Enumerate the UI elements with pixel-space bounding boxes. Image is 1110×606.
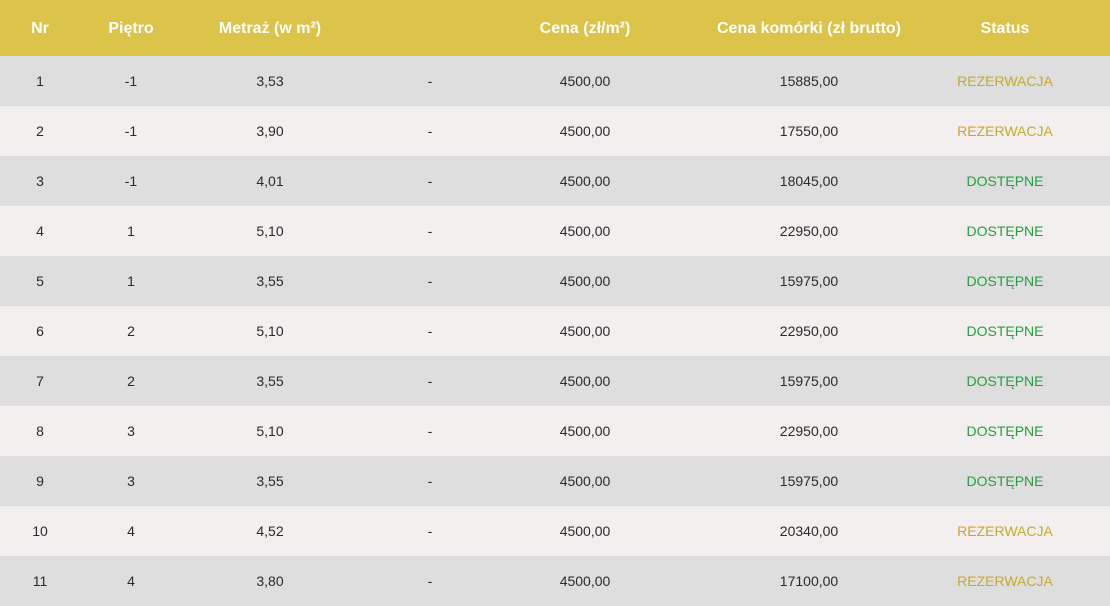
cell-metraz: 4,01 — [256, 173, 284, 189]
cell-pietro: 4 — [127, 573, 135, 589]
table-row: 10 4 4,52 - 4500,00 20340,00 REZERWACJA — [0, 506, 1110, 556]
cell-extra: - — [427, 473, 433, 489]
header-pietro: Piętro — [108, 20, 154, 37]
cell-pietro: 2 — [127, 323, 135, 339]
cell-pietro: 4 — [127, 523, 135, 539]
cell-cena: 4500,00 — [559, 423, 611, 439]
cell-cena: 4500,00 — [559, 223, 611, 239]
table-row: 9 3 3,55 - 4500,00 15975,00 DOSTĘPNE — [0, 456, 1110, 506]
cell-nr: 5 — [36, 273, 44, 289]
cell-pietro: 2 — [127, 373, 135, 389]
cell-cena: 4500,00 — [559, 573, 611, 589]
cell-cena: 4500,00 — [559, 173, 611, 189]
cell-metraz: 5,10 — [256, 323, 284, 339]
cell-metraz: 5,10 — [256, 423, 284, 439]
cell-cena-komorki: 22950,00 — [779, 223, 839, 239]
cell-nr: 2 — [36, 123, 44, 139]
cell-cena-komorki: 15975,00 — [779, 473, 839, 489]
cell-extra: - — [427, 573, 433, 589]
cell-metraz: 3,55 — [256, 373, 284, 389]
table-row: 3 -1 4,01 - 4500,00 18045,00 DOSTĘPNE — [0, 156, 1110, 206]
cell-pietro: 3 — [127, 473, 135, 489]
cell-cena: 4500,00 — [559, 73, 611, 89]
table-body: 1 -1 3,53 - 4500,00 15885,00 REZERWACJA … — [0, 56, 1110, 606]
cell-nr: 1 — [36, 73, 44, 89]
cell-cena-komorki: 17100,00 — [779, 573, 839, 589]
cell-metraz: 3,55 — [256, 473, 284, 489]
cell-extra: - — [427, 123, 433, 139]
table-row: 11 4 3,80 - 4500,00 17100,00 REZERWACJA — [0, 556, 1110, 606]
cell-cena-komorki: 22950,00 — [779, 323, 839, 339]
table-row: 6 2 5,10 - 4500,00 22950,00 DOSTĘPNE — [0, 306, 1110, 356]
cell-cena-komorki: 15885,00 — [779, 73, 839, 89]
cell-extra: - — [427, 223, 433, 239]
cell-cena: 4500,00 — [559, 373, 611, 389]
cell-extra: - — [427, 373, 433, 389]
cell-nr: 8 — [36, 423, 44, 439]
header-cena-komorki: Cena komórki (zł brutto) — [716, 20, 902, 37]
header-metraz: Metraż (w m²) — [218, 20, 322, 37]
cell-cena-komorki: 15975,00 — [779, 273, 839, 289]
header-nr: Nr — [31, 20, 49, 37]
storage-units-table: Nr Piętro Metraż (w m²) Cena (zł/m²) Cen… — [0, 0, 1110, 606]
cell-cena: 4500,00 — [559, 323, 611, 339]
header-status: Status — [980, 20, 1030, 37]
cell-extra: - — [427, 273, 433, 289]
cell-cena-komorki: 20340,00 — [779, 523, 839, 539]
status-badge: DOSTĘPNE — [966, 173, 1044, 189]
cell-nr: 11 — [32, 573, 48, 589]
status-badge: DOSTĘPNE — [966, 373, 1044, 389]
cell-cena-komorki: 15975,00 — [779, 373, 839, 389]
status-badge: REZERWACJA — [957, 123, 1053, 139]
table-row: 7 2 3,55 - 4500,00 15975,00 DOSTĘPNE — [0, 356, 1110, 406]
cell-metraz: 5,10 — [256, 223, 284, 239]
cell-metraz: 3,55 — [256, 273, 284, 289]
cell-cena: 4500,00 — [559, 123, 611, 139]
cell-cena-komorki: 17550,00 — [779, 123, 839, 139]
cell-cena: 4500,00 — [559, 273, 611, 289]
cell-metraz: 3,90 — [256, 123, 284, 139]
table-row: 4 1 5,10 - 4500,00 22950,00 DOSTĘPNE — [0, 206, 1110, 256]
table-row: 5 1 3,55 - 4500,00 15975,00 DOSTĘPNE — [0, 256, 1110, 306]
cell-metraz: 4,52 — [256, 523, 284, 539]
cell-cena: 4500,00 — [559, 473, 611, 489]
table-row: 8 3 5,10 - 4500,00 22950,00 DOSTĘPNE — [0, 406, 1110, 456]
cell-extra: - — [427, 73, 433, 89]
status-badge: DOSTĘPNE — [966, 273, 1044, 289]
cell-nr: 7 — [36, 373, 44, 389]
cell-cena-komorki: 18045,00 — [779, 173, 839, 189]
status-badge: DOSTĘPNE — [966, 423, 1044, 439]
status-badge: DOSTĘPNE — [966, 323, 1044, 339]
cell-pietro: -1 — [124, 73, 138, 89]
cell-extra: - — [427, 423, 433, 439]
cell-nr: 9 — [36, 473, 44, 489]
header-cena: Cena (zł/m²) — [539, 20, 631, 37]
status-badge: DOSTĘPNE — [966, 473, 1044, 489]
cell-nr: 3 — [36, 173, 44, 189]
cell-extra: - — [427, 523, 433, 539]
cell-nr: 10 — [32, 523, 48, 539]
cell-pietro: 3 — [127, 423, 135, 439]
status-badge: REZERWACJA — [957, 523, 1053, 539]
cell-cena-komorki: 22950,00 — [779, 423, 839, 439]
cell-nr: 4 — [36, 223, 44, 239]
status-badge: REZERWACJA — [957, 73, 1053, 89]
table-header: Nr Piętro Metraż (w m²) Cena (zł/m²) Cen… — [0, 0, 1110, 56]
cell-nr: 6 — [36, 323, 44, 339]
cell-cena: 4500,00 — [559, 523, 611, 539]
status-badge: REZERWACJA — [957, 573, 1053, 589]
cell-extra: - — [427, 173, 433, 189]
table-row: 1 -1 3,53 - 4500,00 15885,00 REZERWACJA — [0, 56, 1110, 106]
status-badge: DOSTĘPNE — [966, 223, 1044, 239]
cell-pietro: 1 — [127, 273, 135, 289]
cell-pietro: 1 — [127, 223, 135, 239]
cell-metraz: 3,53 — [256, 73, 284, 89]
cell-pietro: -1 — [124, 123, 138, 139]
cell-pietro: -1 — [124, 173, 138, 189]
cell-metraz: 3,80 — [256, 573, 284, 589]
cell-extra: - — [427, 323, 433, 339]
table-row: 2 -1 3,90 - 4500,00 17550,00 REZERWACJA — [0, 106, 1110, 156]
